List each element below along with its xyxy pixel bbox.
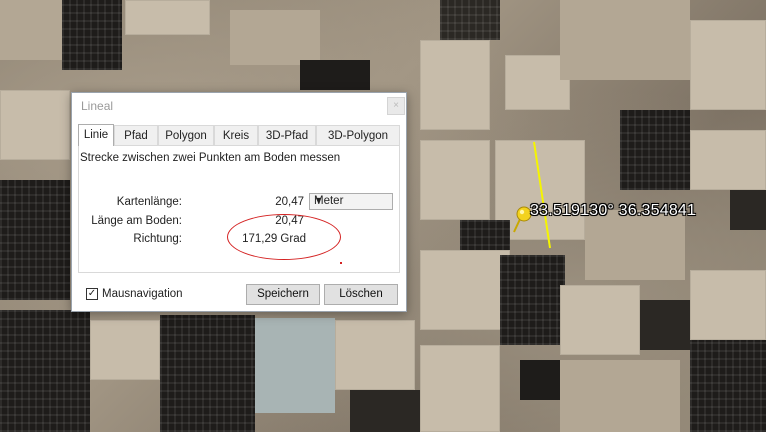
- dialog-titlebar[interactable]: Lineal ×: [72, 93, 406, 119]
- tab-bar: Linie Pfad Polygon Kreis 3D-Pfad 3D-Poly…: [78, 124, 400, 146]
- ruler-dialog: Lineal × Linie Pfad Polygon Kreis 3D-Pfa…: [71, 92, 407, 312]
- dialog-title: Lineal: [81, 99, 114, 113]
- tab-kreis[interactable]: Kreis: [214, 125, 258, 145]
- map-length-value: 20,47: [275, 196, 304, 208]
- mouse-navigation-label: Mausnavigation: [102, 288, 183, 300]
- tab-3d-polygon[interactable]: 3D-Polygon: [316, 125, 400, 145]
- tab-3d-pfad[interactable]: 3D-Pfad: [258, 125, 316, 145]
- clear-button[interactable]: Löschen: [324, 284, 398, 305]
- annotation-dot: [340, 262, 342, 264]
- mouse-navigation-checkbox[interactable]: ✓: [86, 288, 98, 300]
- tab-linie[interactable]: Linie: [78, 124, 114, 146]
- close-icon[interactable]: ×: [387, 97, 405, 115]
- map-length-label: Kartenlänge:: [116, 196, 182, 208]
- tab-polygon[interactable]: Polygon: [158, 125, 214, 145]
- measure-description: Strecke zwischen zwei Punkten am Boden m…: [80, 152, 341, 164]
- tab-pfad[interactable]: Pfad: [114, 125, 158, 145]
- heading-label: Richtung:: [133, 233, 182, 245]
- annotation-oval: [227, 214, 341, 260]
- chevron-down-icon: ▼: [314, 195, 323, 205]
- unit-select[interactable]: Meter ▼: [309, 193, 393, 210]
- coordinate-label: 33.519130° 36.354841: [530, 202, 697, 219]
- ground-length-label: Länge am Boden:: [91, 215, 182, 227]
- save-button[interactable]: Speichern: [246, 284, 320, 305]
